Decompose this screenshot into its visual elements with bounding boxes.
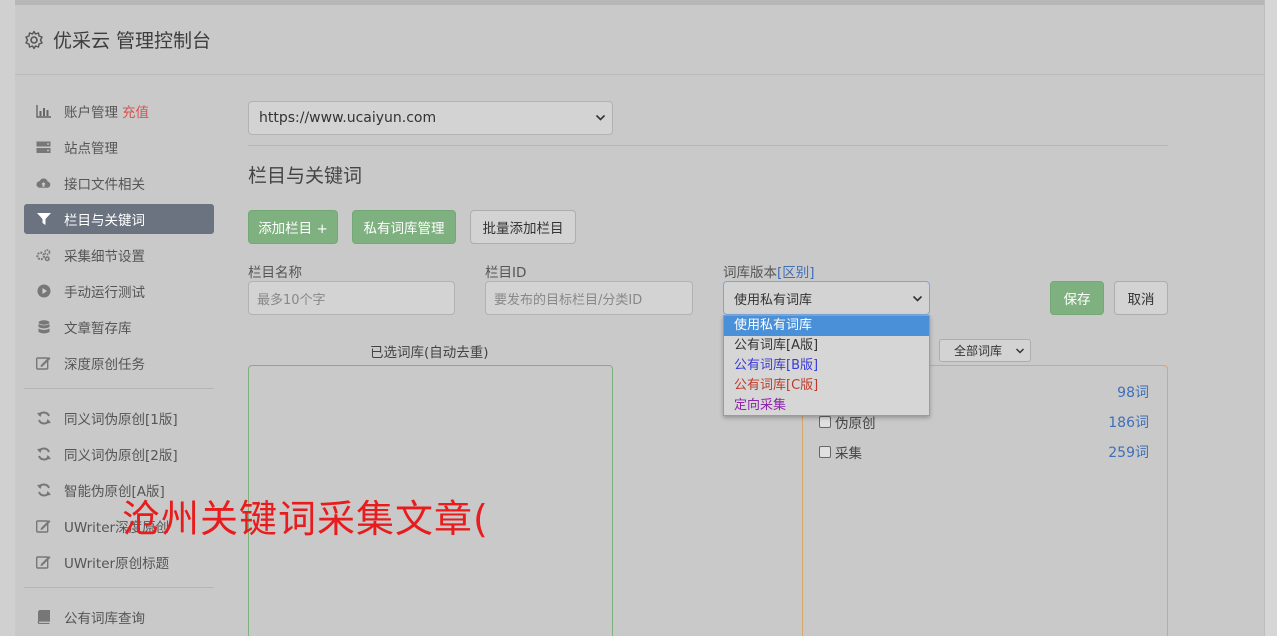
site-select[interactable]: https://www.ucaiyun.com — [248, 101, 613, 135]
lib-checkbox[interactable] — [819, 416, 831, 428]
sidebar-item-label: 同义词伪原创[1版] — [64, 412, 178, 428]
cloud-upload-icon — [36, 176, 51, 191]
play-circle-icon — [36, 284, 51, 299]
sidebar-item-label: 站点管理 — [64, 141, 118, 157]
sidebar-item-label: 公有词库查询 — [64, 611, 145, 627]
lib-checkbox[interactable] — [819, 446, 831, 458]
dropdown-option[interactable]: 公有词库[C版] — [724, 376, 929, 396]
sidebar-item-label: UWriter原创标题 — [64, 556, 170, 572]
sidebar-item-synonym-1[interactable]: 同义词伪原创[1版] — [24, 403, 214, 433]
column-name-label: 栏目名称 — [248, 265, 302, 281]
cogs-icon — [36, 248, 51, 263]
sidebar-item-columns[interactable]: 栏目与关键词 — [24, 204, 214, 234]
sidebar: 账户管理 充值 站点管理 接口文件相关 栏目与关键词 采集细节设置 手动运行测试 — [24, 96, 214, 636]
sidebar-item-label: 采集细节设置 — [64, 249, 145, 265]
batch-add-button[interactable]: 批量添加栏目 — [470, 210, 576, 244]
sidebar-item-article-store[interactable]: 文章暂存库 — [24, 312, 214, 342]
database-icon — [36, 319, 51, 335]
selected-libs-title: 已选词库(自动去重) — [370, 345, 489, 361]
recharge-link[interactable]: 充值 — [122, 101, 149, 121]
chevron-down-icon — [912, 295, 923, 302]
sidebar-item-label: 接口文件相关 — [64, 177, 145, 193]
scrollbar[interactable] — [1264, 0, 1277, 636]
sidebar-divider — [24, 388, 214, 389]
sidebar-item-label: 手动运行测试 — [64, 285, 145, 301]
dropdown-option[interactable]: 公有词库[A版] — [724, 336, 929, 356]
sidebar-item-label: 栏目与关键词 — [64, 213, 145, 229]
filter-icon — [36, 212, 51, 227]
sidebar-item-label: 深度原创任务 — [64, 357, 145, 373]
sidebar-item-uwriter-title[interactable]: UWriter原创标题 — [24, 547, 214, 577]
left-strip — [0, 0, 15, 636]
lib-version-label: 词库版本[区别] — [723, 261, 815, 281]
server-icon — [36, 140, 51, 155]
lib-difference-link[interactable]: [区别] — [777, 265, 815, 281]
dropdown-option[interactable]: 定向采集 — [724, 396, 929, 416]
site-select-value: https://www.ucaiyun.com — [259, 110, 437, 126]
dropdown-option[interactable]: 使用私有词库 — [724, 316, 929, 336]
lib-filter-value: 全部词库 — [954, 344, 1003, 358]
sidebar-item-label: 账户管理 — [64, 105, 118, 121]
app-header: 优采云 管理控制台 — [15, 5, 1264, 75]
lib-count: 98词 — [1117, 385, 1149, 401]
sidebar-item-synonym-2[interactable]: 同义词伪原创[2版] — [24, 439, 214, 469]
column-name-input[interactable]: 最多10个字 — [248, 281, 455, 315]
lib-filter-select[interactable]: 全部词库 — [939, 339, 1031, 362]
lib-version-select[interactable]: 使用私有词库 — [723, 281, 930, 315]
cancel-button[interactable]: 取消 — [1114, 281, 1168, 315]
overlay-text: 沧州关键词采集文章( — [122, 497, 489, 541]
refresh-icon — [36, 483, 51, 498]
sidebar-divider — [24, 587, 214, 588]
lib-version-value: 使用私有词库 — [734, 292, 813, 308]
section-title: 栏目与关键词 — [248, 165, 363, 187]
add-column-button[interactable]: 添加栏目 + — [248, 210, 338, 244]
sidebar-item-account[interactable]: 账户管理 充值 — [24, 96, 214, 126]
sidebar-item-interface[interactable]: 接口文件相关 — [24, 168, 214, 198]
edit-icon — [36, 356, 51, 371]
app-title: 优采云 管理控制台 — [53, 30, 212, 52]
gear-icon — [25, 30, 43, 49]
content-divider — [248, 145, 1168, 146]
sidebar-item-sites[interactable]: 站点管理 — [24, 132, 214, 162]
column-id-label: 栏目ID — [485, 265, 527, 281]
refresh-icon — [36, 447, 51, 462]
column-id-input[interactable]: 要发布的目标栏目/分类ID — [485, 281, 693, 315]
lib-row[interactable]: 采集 259词 — [819, 442, 1149, 462]
sidebar-item-public-lib[interactable]: 公有词库查询 — [24, 602, 214, 632]
lib-version-label-text: 词库版本 — [723, 265, 777, 281]
dropdown-option[interactable]: 公有词库[B版] — [724, 356, 929, 376]
chevron-down-icon — [1015, 348, 1025, 354]
sidebar-item-label: 文章暂存库 — [64, 321, 132, 337]
refresh-icon — [36, 411, 51, 426]
lib-count: 259词 — [1108, 445, 1149, 461]
edit-icon — [36, 519, 51, 534]
save-button[interactable]: 保存 — [1050, 281, 1104, 315]
lib-count: 186词 — [1108, 415, 1149, 431]
lib-version-dropdown: 使用私有词库 公有词库[A版] 公有词库[B版] 公有词库[C版] 定向采集 — [723, 315, 930, 416]
edit-icon — [36, 555, 51, 570]
sidebar-item-label: 同义词伪原创[2版] — [64, 448, 178, 464]
book-icon — [36, 610, 51, 625]
lib-name: 采集 — [835, 446, 862, 462]
sidebar-item-manual-run[interactable]: 手动运行测试 — [24, 276, 214, 306]
private-lib-button[interactable]: 私有词库管理 — [352, 210, 456, 244]
sidebar-item-deep-original[interactable]: 深度原创任务 — [24, 348, 214, 378]
sidebar-item-collect-settings[interactable]: 采集细节设置 — [24, 240, 214, 270]
bar-chart-icon — [36, 104, 51, 119]
chevron-down-icon — [595, 114, 606, 121]
